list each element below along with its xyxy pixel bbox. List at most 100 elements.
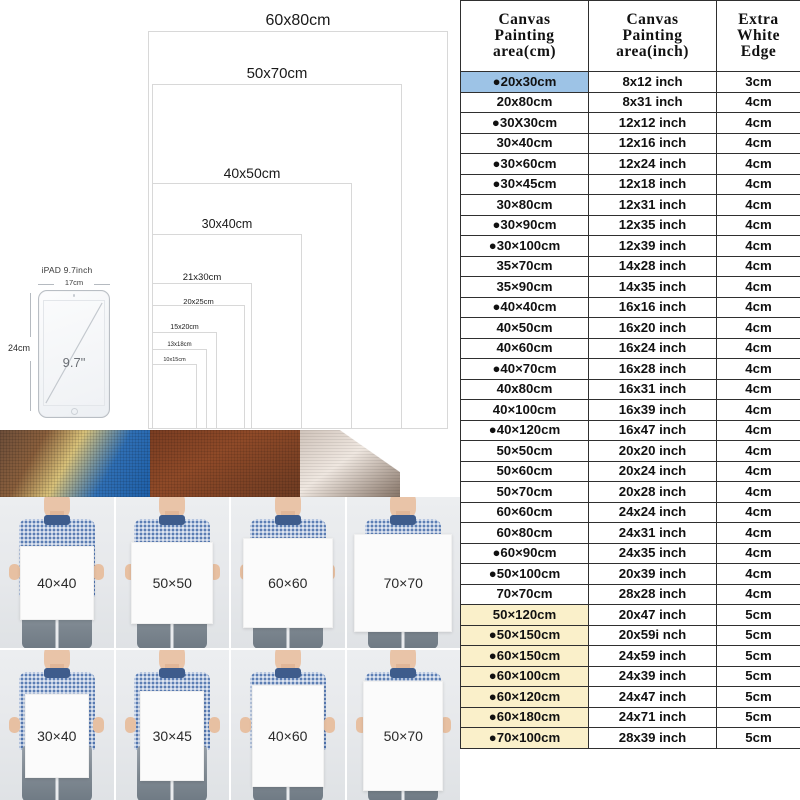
ipad-height-line-bottom: [30, 361, 31, 411]
table-row[interactable]: ●40×120cm 16x47 inch 4cm: [460, 419, 800, 441]
model-hand-left: [240, 716, 252, 733]
table-row[interactable]: 60×60cm 24x24 inch 4cm: [460, 501, 800, 523]
model-collar: [390, 515, 417, 525]
table-row[interactable]: 30×40cm 12x16 inch 4cm: [460, 132, 800, 154]
cell-inch: 12x39 inch: [588, 235, 717, 257]
ipad-height-line-top: [30, 293, 31, 337]
cell-cm: ●30×60cm: [460, 153, 589, 175]
table-body: ●20x30cm 8x12 inch 3cm 20x80cm 8x31 inch 4cm ●…: [460, 71, 800, 749]
table-row[interactable]: ●50×100cm 20x39 inch 4cm: [460, 563, 800, 585]
table-row[interactable]: ●30X30cm 12x12 inch 4cm: [460, 112, 800, 134]
ipad-width-label: 17cm: [64, 278, 84, 287]
table-row[interactable]: 40×60cm 16x24 inch 4cm: [460, 337, 800, 359]
ipad-reference: iPAD 9.7inch 17cm 24cm 9.7": [8, 265, 126, 430]
model-collar: [274, 515, 301, 525]
model-collar: [159, 667, 186, 678]
cell-cm: ●30×90cm: [460, 214, 589, 236]
cell-edge: 4cm: [716, 337, 800, 359]
table-row[interactable]: ●40×70cm 16x28 inch 4cm: [460, 358, 800, 380]
table-row[interactable]: 30×80cm 12x31 inch 4cm: [460, 194, 800, 216]
cell-edge: 4cm: [716, 522, 800, 544]
cell-cm: 40x80cm: [460, 378, 589, 400]
held-canvas-label: 50×70: [383, 727, 423, 744]
held-canvas: 50×70: [363, 680, 444, 791]
cell-edge: 5cm: [716, 604, 800, 626]
cell-inch: 16x16 inch: [588, 296, 717, 318]
table-row[interactable]: 60×80cm 24x31 inch 4cm: [460, 522, 800, 544]
cell-cm: 20x80cm: [460, 91, 589, 113]
cell-cm: ●60×180cm: [460, 706, 589, 728]
cell-inch: 24x47 inch: [588, 686, 717, 708]
table-row[interactable]: 50×70cm 20x28 inch 4cm: [460, 481, 800, 503]
table-row[interactable]: 70×70cm 28x28 inch 4cm: [460, 583, 800, 605]
cell-cm: ●60×90cm: [460, 542, 589, 564]
cell-cm: 50×70cm: [460, 481, 589, 503]
cell-inch: 24x71 inch: [588, 706, 717, 728]
cell-inch: 14x28 inch: [588, 255, 717, 277]
table-row[interactable]: 20x80cm 8x31 inch 4cm: [460, 91, 800, 113]
table-row[interactable]: ●20x30cm 8x12 inch 3cm: [460, 71, 800, 93]
held-canvas: 40×60: [251, 684, 324, 787]
table-row[interactable]: ●60×120cm 24x47 inch 5cm: [460, 686, 800, 708]
cell-inch: 16x28 inch: [588, 358, 717, 380]
table-row[interactable]: 50×120cm 20x47 inch 5cm: [460, 604, 800, 626]
cell-edge: 5cm: [716, 727, 800, 749]
cell-edge: 5cm: [716, 686, 800, 708]
cell-inch: 12x31 inch: [588, 194, 717, 216]
size-rect-label: 40x50cm: [223, 165, 281, 181]
size-rect-label: 20x25cm: [183, 297, 214, 306]
table-row[interactable]: 40×50cm 16x20 inch 4cm: [460, 317, 800, 339]
held-canvas-label: 60×60: [268, 575, 308, 591]
held-canvas-label: 50×50: [152, 575, 192, 591]
table-row[interactable]: 50×50cm 20x20 inch 4cm: [460, 440, 800, 462]
cell-edge: 4cm: [716, 440, 800, 462]
cell-inch: 12x35 inch: [588, 214, 717, 236]
cell-edge: 3cm: [716, 71, 800, 93]
table-row[interactable]: 40x80cm 16x31 inch 4cm: [460, 378, 800, 400]
table-row[interactable]: ●60×90cm 24x35 inch 4cm: [460, 542, 800, 564]
size-rect-label: 30x40cm: [201, 217, 253, 231]
header-line-2: White: [737, 26, 780, 44]
photo-cell: 60×60: [231, 497, 345, 648]
size-rect-label: 60x80cm: [265, 12, 331, 29]
cell-cm: 50×120cm: [460, 604, 589, 626]
table-row[interactable]: ●60×100cm 24x39 inch 5cm: [460, 665, 800, 687]
column-header-inch: Canvas Painting area(inch): [588, 0, 717, 72]
table-row[interactable]: ●50×150cm 20x59i nch 5cm: [460, 624, 800, 646]
model-photo-grid: 40×40 50×50 60×60 70×70 30×40 30×45 40×60 50×70: [0, 497, 460, 800]
size-rect-label: 13x18cm: [167, 342, 192, 348]
table-row[interactable]: ●30×45cm 12x18 inch 4cm: [460, 173, 800, 195]
photo-cell: 50×50: [115, 497, 229, 648]
cell-inch: 28x39 inch: [588, 727, 717, 749]
ipad-device: 9.7": [38, 290, 110, 418]
model-hand-left: [9, 716, 21, 733]
cell-cm: 50×50cm: [460, 440, 589, 462]
cell-inch: 20x47 inch: [588, 604, 717, 626]
table-row[interactable]: ●30×90cm 12x35 inch 4cm: [460, 214, 800, 236]
table-row[interactable]: ●70×100cm 28x39 inch 5cm: [460, 727, 800, 749]
cell-inch: 8x12 inch: [588, 71, 717, 93]
table-row[interactable]: 35×90cm 14x35 inch 4cm: [460, 276, 800, 298]
model-collar: [390, 667, 417, 678]
table-row[interactable]: 50×60cm 20x24 inch 4cm: [460, 460, 800, 482]
texture-white-area: [400, 430, 460, 500]
texture-painting-sample: [0, 430, 150, 500]
table-row[interactable]: ●40×40cm 16x16 inch 4cm: [460, 296, 800, 318]
header-line-1: Canvas: [498, 10, 551, 28]
cell-inch: 20x20 inch: [588, 440, 717, 462]
photo-cell: 30×45: [115, 649, 229, 800]
table-row[interactable]: ●60×180cm 24x71 inch 5cm: [460, 706, 800, 728]
table-row[interactable]: ●30×100cm 12x39 inch 4cm: [460, 235, 800, 257]
table-row[interactable]: ●60×150cm 24x59 inch 5cm: [460, 645, 800, 667]
cell-cm: 40×50cm: [460, 317, 589, 339]
table-row[interactable]: 40×100cm 16x39 inch 4cm: [460, 399, 800, 421]
table-header-row: Canvas Painting area(cm) Canvas Painting…: [460, 0, 800, 72]
table-row[interactable]: 35×70cm 14x28 inch 4cm: [460, 255, 800, 277]
table-row[interactable]: ●30×60cm 12x24 inch 4cm: [460, 153, 800, 175]
size-comparison-panel: 60x80cm 50x70cm 40x50cm 30x40cm 21x30cm 20x25…: [0, 0, 460, 800]
cell-cm: ●30X30cm: [460, 112, 589, 134]
ipad-height-label: 24cm: [8, 343, 31, 353]
cell-edge: 4cm: [716, 583, 800, 605]
cell-edge: 4cm: [716, 378, 800, 400]
photo-cell: 70×70: [346, 497, 460, 648]
